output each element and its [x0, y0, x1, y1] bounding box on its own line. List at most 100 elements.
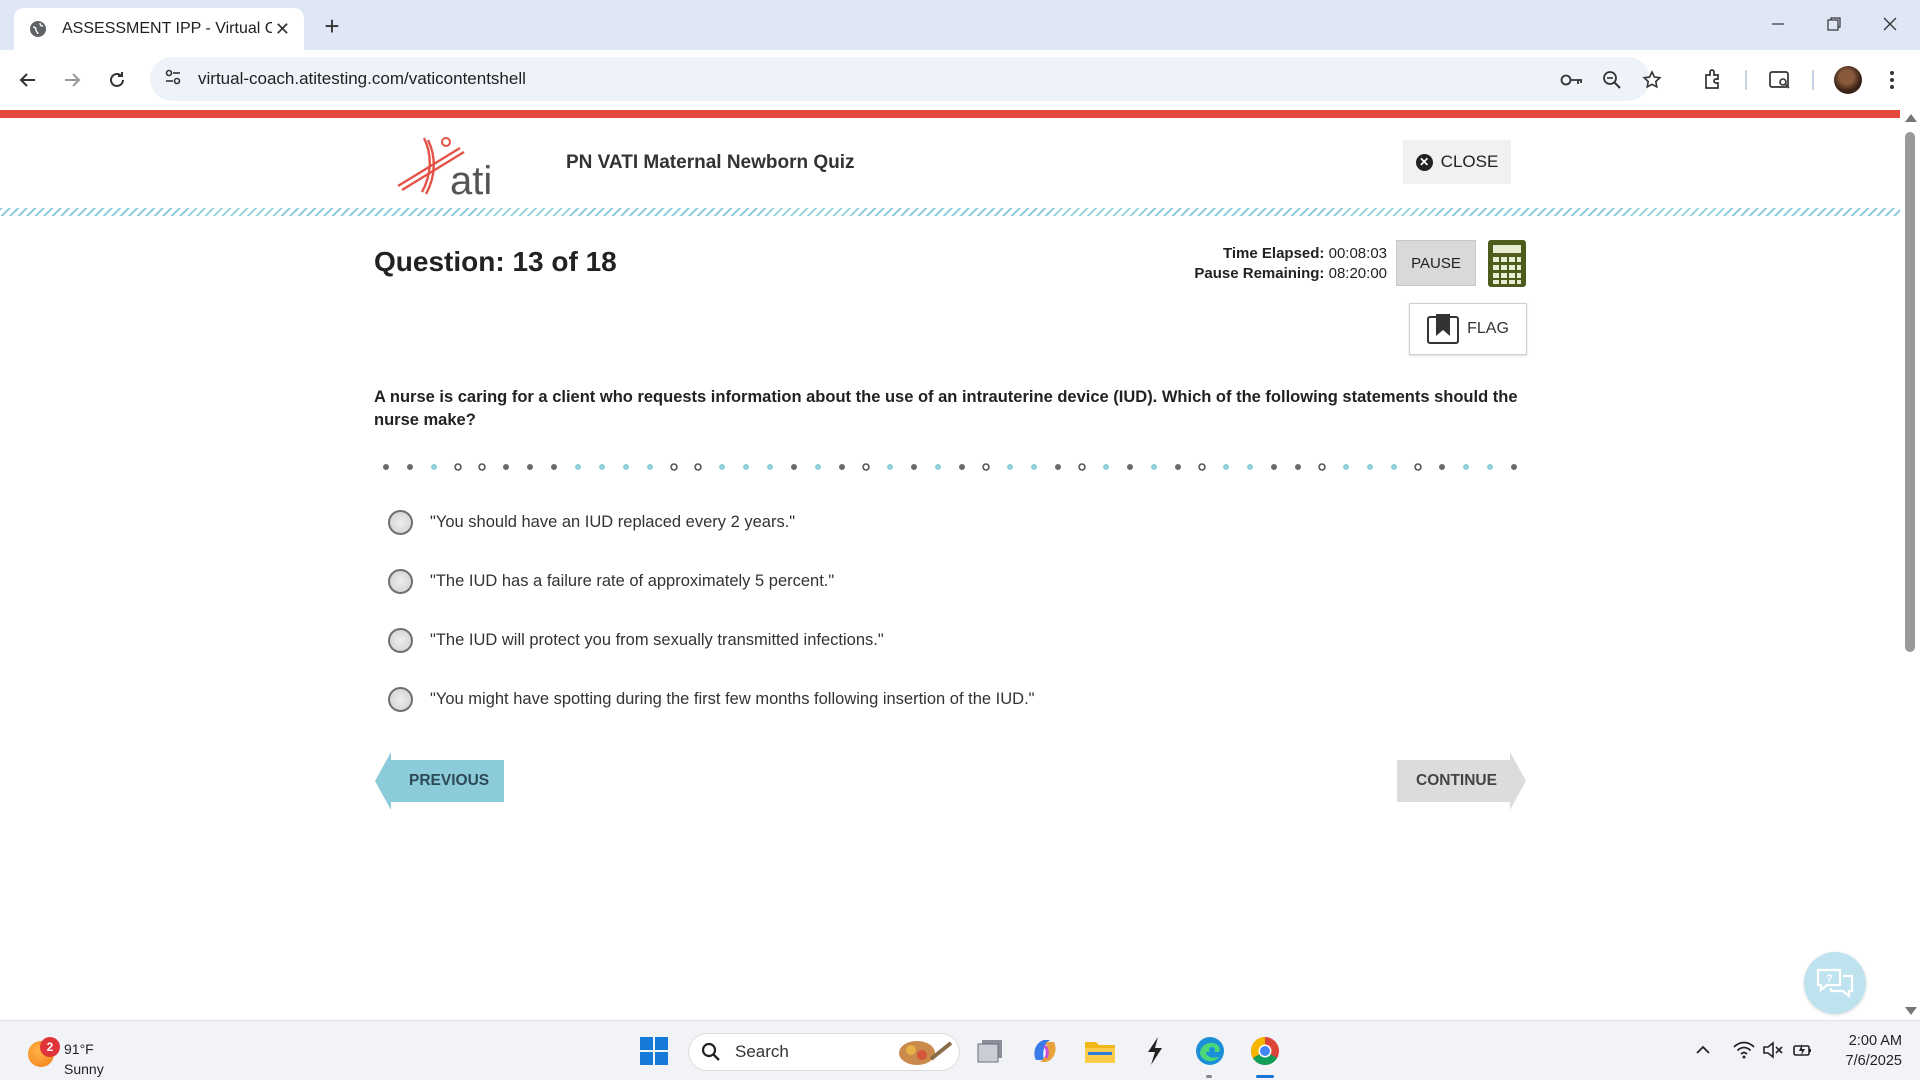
system-clock[interactable]: 2:00 AM 7/6/2025: [1820, 1031, 1902, 1071]
address-bar[interactable]: virtual-coach.atitesting.com/vaticontent…: [150, 57, 1662, 101]
close-button[interactable]: ✕ CLOSE: [1403, 140, 1511, 184]
divider-dot: [719, 464, 725, 470]
time-elapsed-value: 00:08:03: [1328, 245, 1387, 262]
edge-browser-icon[interactable]: [1190, 1031, 1230, 1071]
file-explorer-icon[interactable]: [1080, 1031, 1120, 1071]
option-text: "The IUD has a failure rate of approxima…: [430, 571, 835, 590]
divider-dot: [887, 464, 893, 470]
radio-button[interactable]: [388, 509, 413, 535]
continue-label: CONTINUE: [1416, 772, 1497, 789]
svg-text:?: ?: [1826, 973, 1833, 985]
divider-dot: [1367, 464, 1373, 470]
bookmark-star-icon[interactable]: [1640, 68, 1664, 92]
divider-dot: [1511, 464, 1517, 470]
speaker-muted-icon[interactable]: [1762, 1039, 1784, 1061]
divider-dot: [743, 464, 749, 470]
windows-taskbar: 2 91°F Sunny Search 2:00 AM 7/6/2025: [0, 1020, 1920, 1080]
clock-time: 2:00 AM: [1848, 1033, 1902, 1049]
divider-dot: [431, 464, 437, 470]
divider-dot: [1343, 464, 1349, 470]
answer-option[interactable]: "The IUD has a failure rate of approxima…: [388, 565, 834, 597]
menu-kebab-icon[interactable]: [1876, 64, 1908, 96]
radio-button[interactable]: [388, 686, 413, 712]
extensions-icon[interactable]: [1697, 64, 1729, 96]
radio-button[interactable]: [388, 568, 413, 594]
search-icon: [701, 1042, 720, 1061]
answer-option[interactable]: "The IUD will protect you from sexually …: [388, 624, 884, 656]
weather-widget[interactable]: 2 91°F Sunny: [26, 1031, 146, 1077]
ati-logo: ati: [397, 137, 492, 198]
quiz-header: ati PN VATI Maternal Newborn Quiz ✕ CLOS…: [0, 118, 1900, 208]
question-number: Question: 13 of 18: [374, 246, 617, 277]
dotted-divider: [383, 463, 1517, 471]
divider-dot: [1247, 464, 1253, 470]
forward-icon[interactable]: [56, 64, 88, 96]
pause-remaining-label: Pause Remaining:: [1194, 265, 1325, 282]
divider-dot: [1223, 464, 1229, 470]
divider-dot: [767, 464, 773, 470]
running-indicator: [1206, 1075, 1212, 1078]
help-chat-button[interactable]: ?: [1804, 952, 1866, 1014]
divider-dot: [670, 463, 678, 471]
tab-search-icon[interactable]: [1764, 64, 1796, 96]
calculator-icon[interactable]: [1488, 240, 1526, 287]
svg-text:ati: ati: [450, 159, 492, 198]
task-view-icon[interactable]: [970, 1031, 1010, 1071]
chevron-up-icon[interactable]: [1692, 1039, 1714, 1061]
radio-button[interactable]: [388, 627, 413, 653]
profile-avatar[interactable]: [1834, 66, 1862, 94]
zoom-icon[interactable]: [1600, 68, 1624, 92]
reload-icon[interactable]: [101, 64, 133, 96]
minimize-icon[interactable]: [1758, 8, 1798, 40]
pause-remaining-value: 08:20:00: [1328, 265, 1387, 282]
pause-button[interactable]: PAUSE: [1396, 240, 1476, 286]
window-close-icon[interactable]: [1870, 8, 1910, 40]
taskbar-search[interactable]: Search: [688, 1033, 960, 1071]
browser-tabstrip: ASSESSMENT IPP - Virtual Coac ✕ +: [0, 0, 1920, 50]
timer-panel: Time Elapsed: 00:08:03 Pause Remaining: …: [1130, 244, 1387, 284]
url-text[interactable]: virtual-coach.atitesting.com/vaticontent…: [198, 69, 526, 89]
close-label: CLOSE: [1440, 152, 1499, 171]
divider-dot: [839, 464, 845, 470]
divider-dot: [1295, 464, 1301, 470]
app-lightning-icon[interactable]: [1135, 1031, 1175, 1071]
windows-start-icon[interactable]: [634, 1031, 674, 1071]
divider-dot: [454, 463, 462, 471]
header-divider: [0, 208, 1900, 216]
previous-label: PREVIOUS: [409, 772, 490, 789]
divider-dot: [1487, 464, 1493, 470]
copilot-icon[interactable]: [1025, 1031, 1065, 1071]
scroll-up-icon[interactable]: [1905, 114, 1917, 122]
wifi-icon[interactable]: [1733, 1039, 1755, 1061]
answer-option[interactable]: "You should have an IUD replaced every 2…: [388, 506, 795, 538]
new-tab-icon[interactable]: +: [318, 11, 346, 41]
search-placeholder: Search: [735, 1042, 789, 1061]
divider-dot: [694, 463, 702, 471]
chat-help-icon: ?: [1816, 968, 1854, 999]
divider-dot: [407, 464, 413, 470]
chrome-browser-icon[interactable]: [1245, 1031, 1285, 1071]
back-icon[interactable]: [12, 64, 44, 96]
divider-dot: [1007, 464, 1013, 470]
continue-button[interactable]: CONTINUE: [1396, 750, 1526, 812]
divider-dot: [935, 464, 941, 470]
scrollbar-thumb[interactable]: [1905, 132, 1915, 652]
previous-button[interactable]: PREVIOUS: [375, 750, 505, 812]
password-key-icon[interactable]: [1560, 68, 1584, 92]
battery-icon[interactable]: [1792, 1039, 1814, 1061]
divider-dot: [478, 463, 486, 471]
divider-dot: [383, 464, 389, 470]
option-text: "You should have an IUD replaced every 2…: [430, 512, 796, 531]
answer-option[interactable]: "You might have spotting during the firs…: [388, 683, 1035, 715]
divider-dot: [862, 463, 870, 471]
tab-close-icon[interactable]: ✕: [275, 20, 290, 38]
scroll-down-icon[interactable]: [1905, 1007, 1917, 1015]
divider-dot: [1414, 463, 1422, 471]
divider-dot: [503, 464, 509, 470]
divider-dot: [623, 464, 629, 470]
flag-button[interactable]: FLAG: [1409, 303, 1527, 355]
browser-tab[interactable]: ASSESSMENT IPP - Virtual Coac ✕: [14, 8, 304, 50]
site-settings-icon[interactable]: [164, 68, 182, 91]
divider-dot: [1031, 464, 1037, 470]
restore-icon[interactable]: [1814, 8, 1854, 40]
